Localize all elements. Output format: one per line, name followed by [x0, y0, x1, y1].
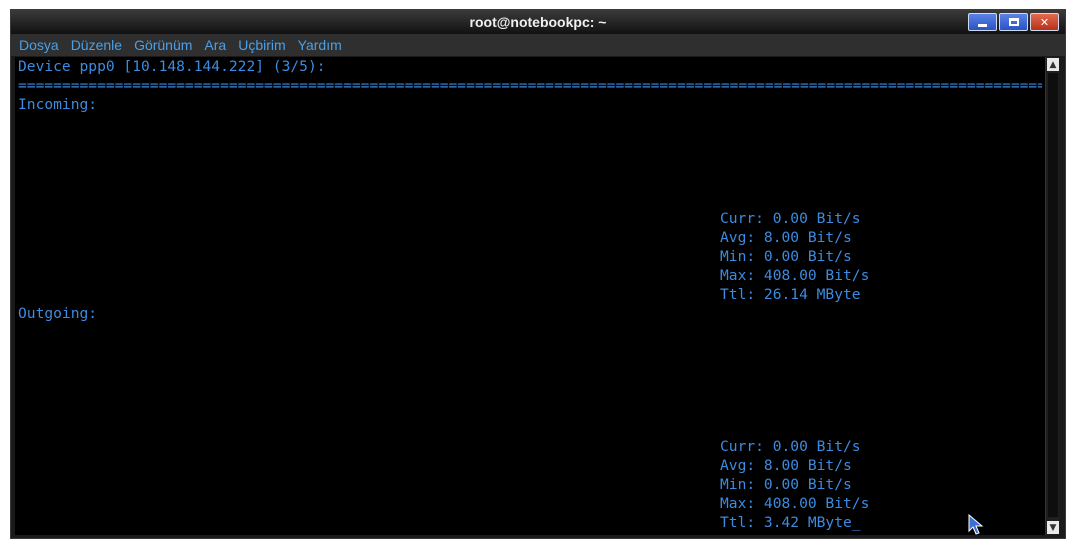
- title-bar[interactable]: root@notebookpc: ~ ✕: [11, 10, 1065, 34]
- outgoing-ttl: Ttl: 3.42 MByte_: [720, 514, 861, 531]
- outgoing-avg: Avg: 8.00 Bit/s: [720, 457, 852, 474]
- incoming-label: Incoming:: [18, 96, 98, 113]
- chevron-down-icon: ▼: [1049, 522, 1057, 533]
- minimize-icon: [978, 23, 987, 27]
- incoming-stats: Curr: 0.00 Bit/s Avg: 8.00 Bit/s Min: 0.…: [720, 209, 869, 304]
- outgoing-label: Outgoing:: [18, 305, 98, 322]
- menu-bar: Dosya Düzenle Görünüm Ara Uçbirim Yardım: [11, 34, 1065, 56]
- scroll-down-button[interactable]: ▼: [1047, 521, 1059, 534]
- scroll-up-button[interactable]: ▲: [1047, 58, 1059, 71]
- outgoing-stats: Curr: 0.00 Bit/s Avg: 8.00 Bit/s Min: 0.…: [720, 437, 869, 532]
- chevron-up-icon: ▲: [1049, 59, 1057, 70]
- incoming-avg: Avg: 8.00 Bit/s: [720, 229, 852, 246]
- outgoing-curr: Curr: 0.00 Bit/s: [720, 438, 861, 455]
- minimize-button[interactable]: [968, 13, 997, 31]
- menu-item-gorunum[interactable]: Görünüm: [134, 37, 192, 53]
- incoming-curr: Curr: 0.00 Bit/s: [720, 210, 861, 227]
- close-icon: ✕: [1039, 15, 1050, 29]
- maximize-icon: [1008, 18, 1019, 26]
- window-controls: ✕: [968, 13, 1059, 31]
- menu-item-dosya[interactable]: Dosya: [19, 37, 59, 53]
- outgoing-max: Max: 408.00 Bit/s: [720, 495, 870, 512]
- menu-item-duzenle[interactable]: Düzenle: [71, 37, 122, 53]
- incoming-ttl: Ttl: 26.14 MByte: [720, 286, 861, 303]
- outgoing-min: Min: 0.00 Bit/s: [720, 476, 852, 493]
- window-title: root@notebookpc: ~: [469, 14, 607, 30]
- scrollbar-thumb[interactable]: [1048, 73, 1058, 517]
- terminal-window: root@notebookpc: ~ ✕ Dosya Düzenle Görün…: [10, 9, 1066, 539]
- maximize-button[interactable]: [999, 13, 1028, 31]
- device-line: Device ppp0 [10.148.144.222] (3/5):: [18, 58, 326, 75]
- menu-item-ucbirim[interactable]: Uçbirim: [238, 37, 285, 53]
- terminal-output[interactable]: Device ppp0 [10.148.144.222] (3/5): ====…: [15, 57, 1045, 535]
- incoming-max: Max: 408.00 Bit/s: [720, 267, 870, 284]
- incoming-min: Min: 0.00 Bit/s: [720, 248, 852, 265]
- vertical-scrollbar[interactable]: ▲ ▼: [1045, 57, 1059, 535]
- close-button[interactable]: ✕: [1030, 13, 1059, 31]
- menu-item-yardim[interactable]: Yardım: [298, 37, 342, 53]
- mouse-pointer-icon: [968, 514, 984, 535]
- separator-line: ========================================…: [18, 77, 1042, 94]
- menu-item-ara[interactable]: Ara: [204, 37, 226, 53]
